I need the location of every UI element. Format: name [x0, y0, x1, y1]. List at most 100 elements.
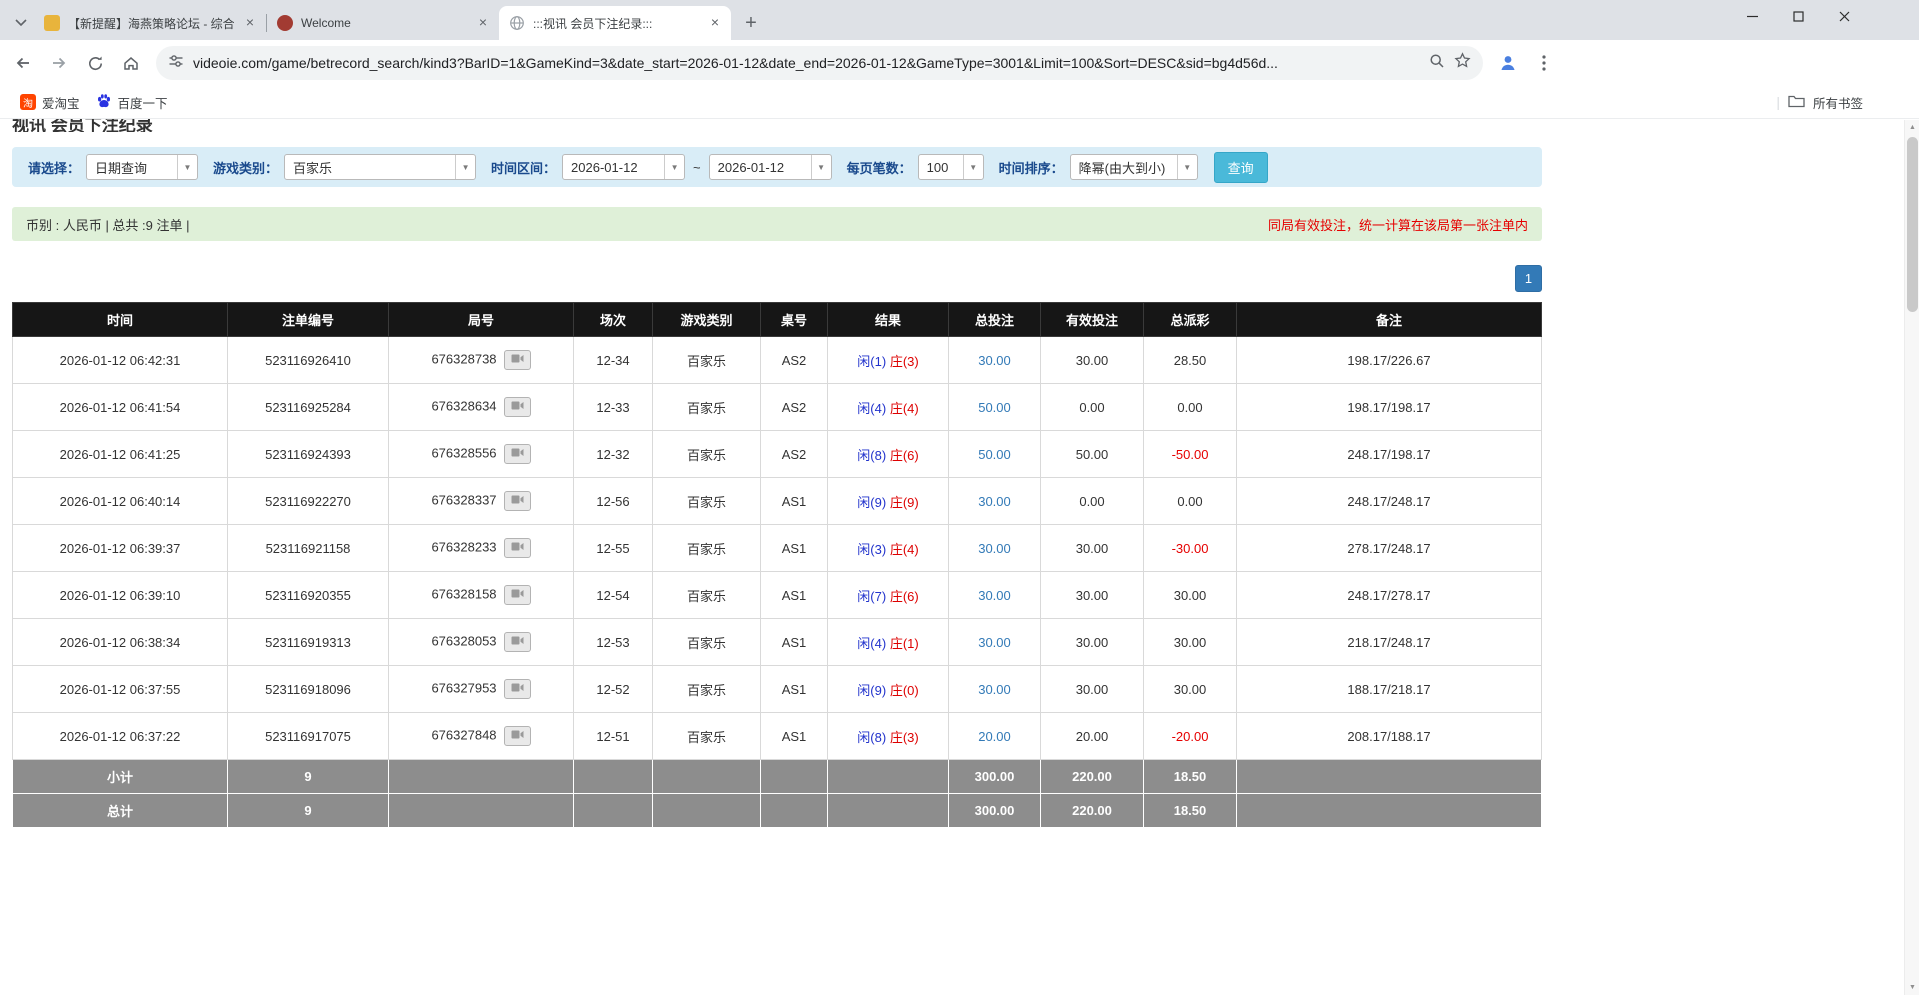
- zoom-icon[interactable]: [1429, 53, 1445, 74]
- result-banker: 庄(1): [890, 636, 919, 651]
- home-button[interactable]: [114, 46, 148, 80]
- cell-time: 2026-01-12 06:41:25: [13, 431, 228, 478]
- cell-total-bet[interactable]: 30.00: [949, 525, 1041, 572]
- cell-time: 2026-01-12 06:40:14: [13, 478, 228, 525]
- cell-result: 闲(4) 庄(4): [828, 384, 949, 431]
- result-player: 闲(9): [857, 683, 886, 698]
- scrollbar-up-arrow[interactable]: ▲: [1905, 120, 1919, 135]
- round-video-button[interactable]: [504, 726, 531, 746]
- tab-list-chevron-icon[interactable]: [8, 6, 34, 40]
- summary-left-text: 币别 : 人民币 | 总共 :9 注单 |: [26, 215, 190, 234]
- url-text[interactable]: videoie.com/game/betrecord_search/kind3?…: [193, 55, 1420, 71]
- page-title: 视讯 会员下注纪录: [12, 119, 1542, 132]
- round-video-button[interactable]: [504, 397, 531, 417]
- cell-total-bet[interactable]: 30.00: [949, 572, 1041, 619]
- new-tab-button[interactable]: +: [737, 9, 765, 37]
- round-video-button[interactable]: [504, 585, 531, 605]
- bookmark-taobao[interactable]: 淘 爱淘宝: [12, 90, 88, 114]
- tab-close-icon[interactable]: ×: [707, 15, 723, 31]
- chevron-down-icon: ▼: [963, 155, 983, 179]
- profile-avatar[interactable]: [1491, 46, 1525, 80]
- bookmark-star-icon[interactable]: [1454, 52, 1471, 74]
- cell-payout: 0.00: [1144, 384, 1237, 431]
- round-number: 676328053: [431, 633, 496, 648]
- maximize-button[interactable]: [1775, 0, 1821, 32]
- minimize-button[interactable]: [1729, 0, 1775, 32]
- close-window-button[interactable]: [1821, 0, 1867, 32]
- tab-forum[interactable]: 【新提醒】海燕策略论坛 - 综合 ×: [34, 6, 266, 40]
- cell-note: 248.17/278.17: [1237, 572, 1542, 619]
- round-video-button[interactable]: [504, 350, 531, 370]
- subtotal-row-cell: 220.00: [1041, 760, 1144, 794]
- subtotal-row: 小计9300.00220.0018.50: [13, 760, 1542, 794]
- cell-total-bet[interactable]: 30.00: [949, 478, 1041, 525]
- date-end-select[interactable]: 2026-01-12 ▼: [709, 154, 832, 180]
- cell-session: 12-33: [574, 384, 653, 431]
- sort-select[interactable]: 降幂(由大到小) ▼: [1070, 154, 1198, 180]
- cell-total-bet[interactable]: 30.00: [949, 619, 1041, 666]
- result-banker: 庄(9): [890, 495, 919, 510]
- table-row: 2026-01-12 06:38:34523116919313676328053…: [13, 619, 1542, 666]
- date-range-label: 时间区间：: [491, 158, 556, 177]
- cell-game-type: 百家乐: [653, 619, 761, 666]
- total-row-cell: [761, 794, 828, 828]
- round-video-button[interactable]: [504, 491, 531, 511]
- result-player: 闲(8): [857, 448, 886, 463]
- cell-note: 248.17/248.17: [1237, 478, 1542, 525]
- page-1-button[interactable]: 1: [1515, 265, 1542, 292]
- tab-bet-records[interactable]: :::视讯 会员下注纪录::: ×: [499, 6, 731, 40]
- forward-button[interactable]: [42, 46, 76, 80]
- cell-result: 闲(9) 庄(0): [828, 666, 949, 713]
- search-button[interactable]: 查询: [1214, 152, 1268, 183]
- tab-welcome[interactable]: Welcome ×: [267, 6, 499, 40]
- column-header: 结果: [828, 303, 949, 337]
- chevron-down-icon: ▼: [811, 155, 831, 179]
- column-header: 总投注: [949, 303, 1041, 337]
- cell-payout: 0.00: [1144, 478, 1237, 525]
- cell-table-no: AS1: [761, 478, 828, 525]
- filter-bar: 请选择： 日期查询 ▼ 游戏类别： 百家乐 ▼ 时间区间： 2026-01-12…: [12, 147, 1542, 187]
- game-type-select[interactable]: 百家乐 ▼: [284, 154, 476, 180]
- round-video-button[interactable]: [504, 538, 531, 558]
- cell-note: 218.17/248.17: [1237, 619, 1542, 666]
- date-start-select[interactable]: 2026-01-12 ▼: [562, 154, 685, 180]
- round-number: 676327953: [431, 680, 496, 695]
- bookmark-baidu[interactable]: 百度一下: [88, 90, 176, 114]
- address-bar[interactable]: videoie.com/game/betrecord_search/kind3?…: [156, 46, 1483, 80]
- cell-total-bet[interactable]: 50.00: [949, 384, 1041, 431]
- query-type-select[interactable]: 日期查询 ▼: [86, 154, 198, 180]
- cell-table-no: AS2: [761, 337, 828, 384]
- bet-records-table: 时间注单编号局号场次游戏类别桌号结果总投注有效投注总派彩备注 2026-01-1…: [12, 302, 1542, 828]
- cell-total-bet[interactable]: 50.00: [949, 431, 1041, 478]
- result-banker: 庄(3): [890, 354, 919, 369]
- cell-total-bet[interactable]: 20.00: [949, 713, 1041, 760]
- cell-total-bet[interactable]: 30.00: [949, 666, 1041, 713]
- total-row: 总计9300.00220.0018.50: [13, 794, 1542, 828]
- round-video-button[interactable]: [504, 444, 531, 464]
- round-number: 676327848: [431, 727, 496, 742]
- cell-session: 12-54: [574, 572, 653, 619]
- per-page-select[interactable]: 100 ▼: [918, 154, 984, 180]
- result-player: 闲(8): [857, 730, 886, 745]
- cell-total-bet[interactable]: 30.00: [949, 337, 1041, 384]
- table-row: 2026-01-12 06:39:37523116921158676328233…: [13, 525, 1542, 572]
- result-banker: 庄(3): [890, 730, 919, 745]
- refresh-button[interactable]: [78, 46, 112, 80]
- scrollbar[interactable]: ▲ ▼: [1904, 120, 1919, 995]
- all-bookmarks[interactable]: | 所有书签: [1776, 93, 1907, 112]
- tab-close-icon[interactable]: ×: [242, 15, 258, 31]
- cell-round: 676328158: [389, 572, 574, 619]
- scrollbar-thumb[interactable]: [1907, 137, 1918, 312]
- cell-round: 676328053: [389, 619, 574, 666]
- column-header: 总派彩: [1144, 303, 1237, 337]
- tab-close-icon[interactable]: ×: [475, 15, 491, 31]
- site-controls-icon[interactable]: [168, 53, 184, 74]
- scrollbar-down-arrow[interactable]: ▼: [1905, 980, 1919, 995]
- round-video-button[interactable]: [504, 679, 531, 699]
- browser-menu-icon[interactable]: [1527, 46, 1561, 80]
- per-page-label: 每页笔数：: [847, 158, 912, 177]
- back-button[interactable]: [6, 46, 40, 80]
- subtotal-row-cell: [653, 760, 761, 794]
- round-video-button[interactable]: [504, 632, 531, 652]
- bookmarks-divider: |: [1776, 94, 1780, 110]
